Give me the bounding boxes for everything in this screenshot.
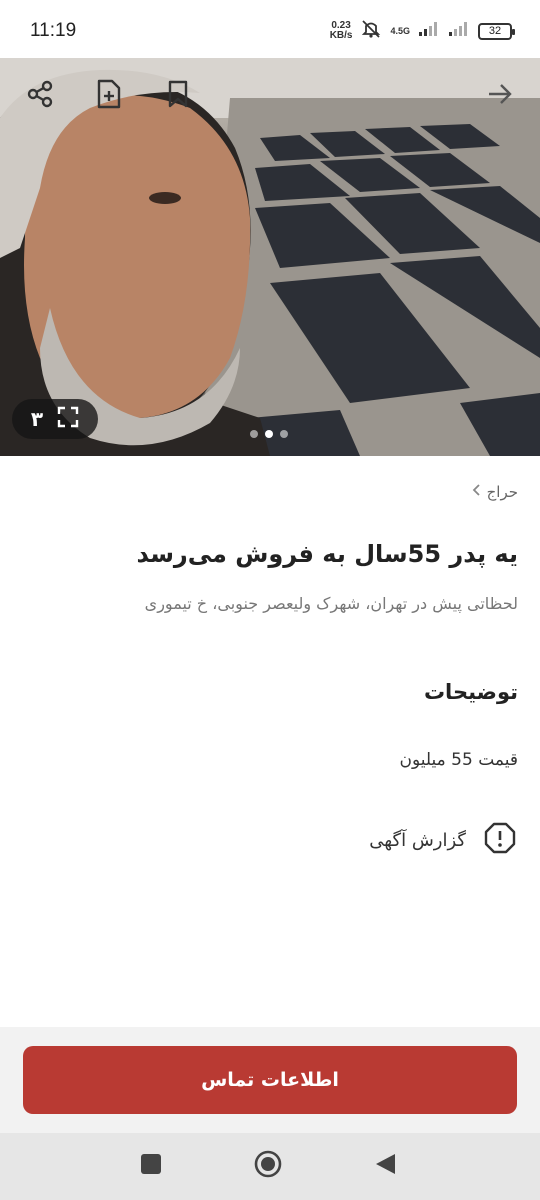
share-button[interactable]	[18, 74, 62, 118]
image-counter-button[interactable]: ۳	[12, 399, 98, 439]
contact-bar: اطلاعات تماس	[0, 1027, 540, 1133]
home-icon	[253, 1149, 283, 1183]
system-nav-bar	[0, 1133, 540, 1200]
fullscreen-icon	[57, 406, 79, 432]
back-arrow-icon	[487, 83, 513, 109]
report-label: گزارش آگهی	[369, 829, 466, 851]
mute-icon	[360, 19, 382, 43]
battery-icon: 32	[478, 22, 515, 40]
add-note-button[interactable]	[87, 74, 131, 118]
listing-title: یه پدر 55سال به فروش می‌رسد	[136, 540, 518, 568]
net-speed: 0.23 KB/s	[330, 21, 353, 41]
description-heading: توضیحات	[423, 680, 518, 704]
home-button[interactable]	[253, 1149, 283, 1183]
breadcrumb[interactable]: حراج	[471, 482, 518, 501]
report-listing-button[interactable]: گزارش آگهی	[369, 822, 516, 858]
signal-icon	[448, 21, 470, 41]
image-count: ۳	[30, 407, 44, 431]
contact-info-button[interactable]: اطلاعات تماس	[23, 1046, 517, 1114]
listing-photo	[0, 58, 540, 456]
back-icon	[373, 1152, 397, 1180]
listing-meta: لحظاتی پیش در تهران، شهرک ولیعصر جنوبی، …	[144, 594, 518, 613]
report-icon	[484, 822, 516, 858]
pagination-dot-active[interactable]	[265, 430, 273, 438]
network-type: 4.5G	[390, 26, 410, 36]
status-bar: 11:19 0.23 KB/s 4.5G 32	[0, 0, 540, 58]
system-back-button[interactable]	[370, 1151, 400, 1181]
breadcrumb-category[interactable]: حراج	[487, 483, 518, 501]
status-indicators: 0.23 KB/s 4.5G 32	[330, 16, 515, 46]
add-note-icon	[96, 79, 122, 113]
pagination-dot[interactable]	[280, 430, 288, 438]
gallery-pagination	[250, 430, 288, 438]
net-speed-unit: KB/s	[329, 30, 353, 41]
bookmark-button[interactable]	[156, 74, 200, 118]
chevron-left-icon	[471, 482, 481, 501]
description-text: قیمت 55 میلیون	[399, 750, 519, 770]
status-time: 11:19	[30, 20, 77, 41]
share-icon	[26, 80, 54, 112]
recents-icon	[140, 1153, 162, 1179]
signal-icon	[418, 21, 440, 41]
back-button[interactable]	[478, 74, 522, 118]
bookmark-icon	[167, 80, 189, 112]
recents-button[interactable]	[136, 1151, 166, 1181]
pagination-dot[interactable]	[250, 430, 258, 438]
listing-image-gallery[interactable]: ۳	[0, 58, 540, 456]
